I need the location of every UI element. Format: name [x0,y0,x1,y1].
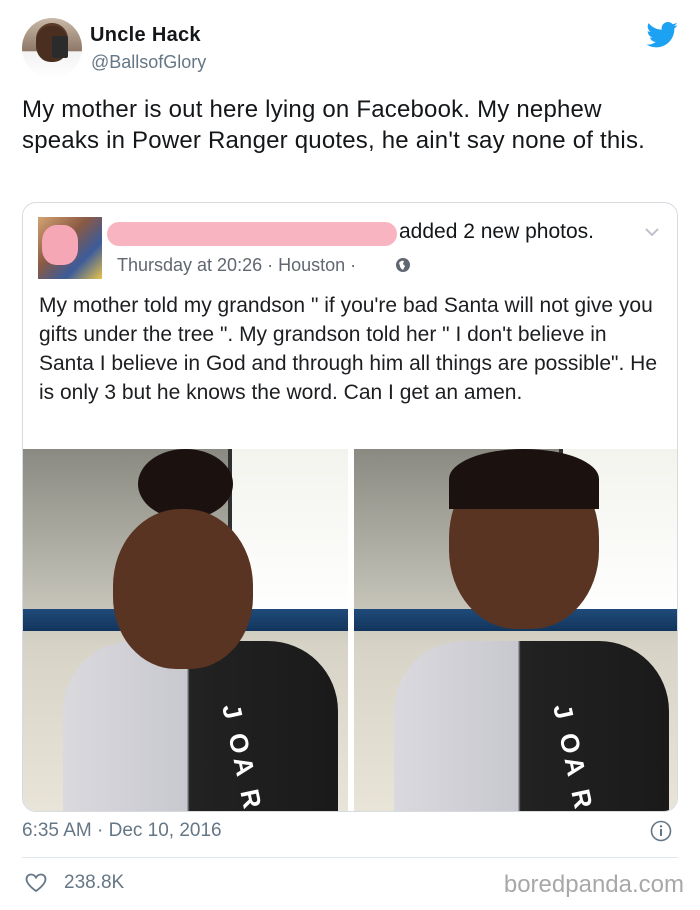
post-photo-1[interactable]: J OA R·D [23,449,348,811]
user-handle[interactable]: @BallsofGlory [91,52,206,73]
facebook-post-meta: Thursday at 20:26 · Houston · [117,255,357,275]
embedded-facebook-post[interactable]: added 2 new photos. Thursday at 20:26 · … [22,202,678,812]
child-head [113,509,253,669]
info-icon[interactable] [650,820,672,842]
watermark: boredpanda.com [503,871,684,898]
child-shirt [394,641,669,811]
redacted-name [107,222,397,246]
display-name[interactable]: Uncle Hack [90,24,201,47]
chevron-down-icon[interactable] [645,225,659,239]
facebook-post-text: My mother told my grandson " if you're b… [39,294,657,404]
like-count[interactable]: 238.8K [64,872,124,894]
post-photo-2[interactable]: J OA R·D [354,449,677,811]
tweet-text: My mother is out here lying on Facebook.… [22,96,646,154]
twitter-bird-icon[interactable] [646,22,678,48]
heart-icon[interactable] [25,873,47,893]
avatar-redaction [42,225,78,265]
tweet-card: Uncle Hack @BallsofGlory My mother is ou… [0,0,700,910]
user-avatar[interactable] [22,18,82,78]
child-hair [449,449,599,509]
facebook-action-text: added 2 new photos. [399,220,594,243]
globe-icon [396,258,410,272]
divider [22,857,678,858]
facebook-avatar[interactable] [38,217,102,279]
tweet-timestamp[interactable]: 6:35 AM · Dec 10, 2016 [22,820,222,842]
avatar-phone [52,36,68,58]
